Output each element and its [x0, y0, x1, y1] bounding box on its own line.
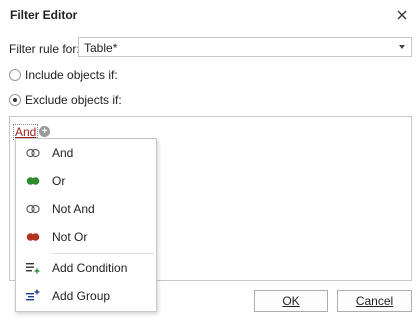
include-radio-option[interactable]: Include objects if: [9, 68, 118, 82]
filter-rule-value: Table* [84, 41, 118, 55]
exclude-radio[interactable] [9, 94, 21, 106]
add-node-icon[interactable]: + [39, 126, 50, 137]
operator-context-menu: And Or Not And Not Or Add Condition Add … [15, 138, 157, 312]
cancel-button-label: Cancel [355, 294, 394, 308]
add-condition-icon [26, 263, 40, 274]
filter-rule-label: Filter rule for: [9, 42, 80, 56]
group-operator-link[interactable]: And [12, 124, 39, 140]
menu-item-label: Not Or [52, 230, 88, 244]
menu-item-label: Add Condition [52, 261, 128, 275]
and-icon [26, 148, 40, 158]
menu-item-label: Or [52, 174, 66, 188]
menu-item-label: Add Group [52, 289, 111, 303]
menu-item-add-group[interactable]: Add Group [16, 284, 156, 308]
menu-item-label: Not And [52, 202, 95, 216]
close-button[interactable] [391, 4, 413, 26]
menu-item-add-condition[interactable]: Add Condition [16, 256, 156, 280]
exclude-radio-option[interactable]: Exclude objects if: [9, 93, 122, 107]
menu-separator [52, 253, 154, 254]
exclude-radio-label: Exclude objects if: [25, 93, 122, 107]
close-icon [397, 10, 407, 20]
ok-button[interactable]: OK [254, 290, 328, 312]
menu-item-not-or[interactable]: Not Or [16, 225, 156, 249]
cancel-button[interactable]: Cancel [337, 290, 412, 312]
menu-item-or[interactable]: Or [16, 169, 156, 193]
filter-rule-combo[interactable]: Table* [78, 37, 412, 57]
include-radio[interactable] [9, 69, 21, 81]
not-and-icon [26, 204, 40, 214]
menu-item-label: And [52, 146, 74, 160]
menu-item-and[interactable]: And [16, 141, 156, 165]
chevron-down-icon [399, 45, 405, 49]
or-icon [26, 177, 40, 185]
filter-editor-dialog: Filter Editor Filter rule for: Table* In… [0, 0, 420, 321]
dialog-title: Filter Editor [10, 8, 78, 22]
ok-button-label: OK [282, 294, 300, 308]
not-or-icon [26, 233, 40, 241]
menu-item-not-and[interactable]: Not And [16, 197, 156, 221]
add-group-icon [26, 289, 40, 301]
include-radio-label: Include objects if: [25, 68, 118, 82]
